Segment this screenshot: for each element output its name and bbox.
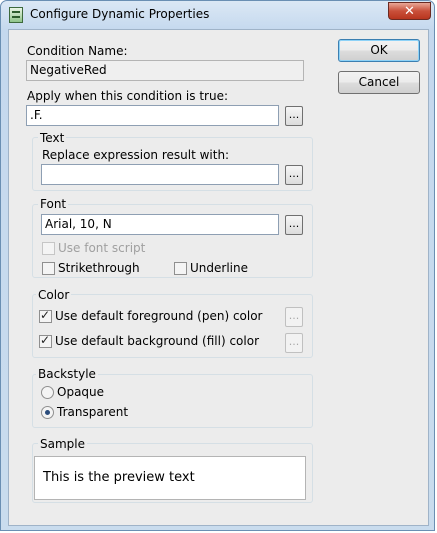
font-ellipsis-button[interactable]: ... bbox=[285, 215, 303, 235]
condition-name-field[interactable]: NegativeRed bbox=[26, 60, 304, 81]
replace-expression-ellipsis-button[interactable]: ... bbox=[285, 165, 303, 185]
font-field[interactable]: Arial, 10, N bbox=[41, 214, 279, 235]
apply-condition-label: Apply when this condition is true: bbox=[27, 89, 228, 103]
close-button[interactable]: ✕ bbox=[388, 2, 431, 20]
dialog-client-area: Condition Name: NegativeRed Apply when t… bbox=[8, 29, 429, 526]
replace-expression-field[interactable] bbox=[41, 164, 279, 185]
font-group-label: Font bbox=[38, 197, 69, 211]
title-bar[interactable]: Configure Dynamic Properties ✕ bbox=[1, 1, 434, 29]
apply-condition-ellipsis-button[interactable]: ... bbox=[285, 106, 303, 126]
text-group-label: Text bbox=[38, 131, 67, 145]
strikethrough-label[interactable]: Strikethrough bbox=[58, 261, 140, 275]
strikethrough-checkbox[interactable] bbox=[42, 262, 55, 275]
background-color-ellipsis-button: ... bbox=[285, 333, 303, 353]
replace-expression-label: Replace expression result with: bbox=[42, 148, 230, 162]
opaque-label[interactable]: Opaque bbox=[57, 385, 104, 399]
underline-checkbox[interactable] bbox=[174, 262, 187, 275]
default-background-label[interactable]: Use default background (fill) color bbox=[55, 334, 259, 348]
condition-name-label: Condition Name: bbox=[27, 44, 128, 58]
cancel-button[interactable]: Cancel bbox=[338, 71, 420, 94]
use-font-script-checkbox bbox=[42, 242, 55, 255]
use-font-script-label: Use font script bbox=[58, 241, 146, 255]
color-group-label: Color bbox=[36, 288, 72, 302]
dialog-title: Configure Dynamic Properties bbox=[30, 7, 210, 21]
foreground-color-ellipsis-button: ... bbox=[285, 307, 303, 327]
color-group bbox=[32, 294, 313, 358]
transparent-radio[interactable] bbox=[41, 406, 54, 419]
apply-condition-field[interactable]: .F. bbox=[26, 105, 279, 126]
sample-preview-box: This is the preview text bbox=[34, 456, 306, 500]
dialog-app-icon bbox=[9, 7, 23, 23]
backstyle-group bbox=[32, 374, 313, 428]
default-background-checkbox[interactable] bbox=[39, 333, 52, 348]
ok-button[interactable]: OK bbox=[338, 39, 420, 62]
default-foreground-label[interactable]: Use default foreground (pen) color bbox=[55, 309, 263, 323]
sample-group-label: Sample bbox=[38, 437, 87, 451]
default-foreground-checkbox[interactable] bbox=[39, 308, 52, 323]
backstyle-group-label: Backstyle bbox=[36, 367, 98, 381]
underline-label[interactable]: Underline bbox=[190, 261, 248, 275]
transparent-label[interactable]: Transparent bbox=[57, 405, 128, 419]
dialog-window: Configure Dynamic Properties ✕ Condition… bbox=[0, 0, 435, 531]
opaque-radio[interactable] bbox=[41, 386, 54, 399]
